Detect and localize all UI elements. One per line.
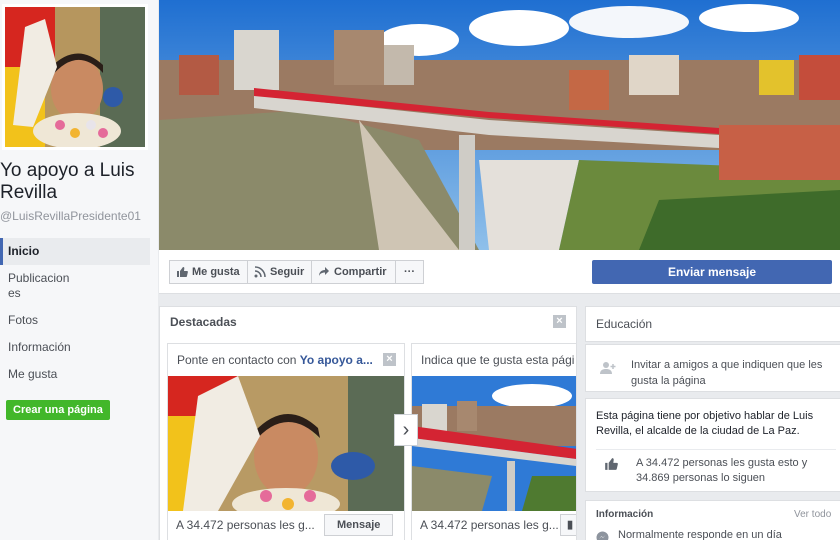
education-panel: Educación [585,306,840,342]
carousel-next-arrow-icon[interactable]: › [394,414,418,446]
invite-friends-panel[interactable]: Invitar a amigos a que indiquen que les … [585,344,840,392]
education-title: Educación [596,317,653,331]
page-title[interactable]: Yo apoyo a Luis Revilla [0,160,156,204]
send-message-button[interactable]: Enviar mensaje [592,260,832,284]
page-action-bar: Me gusta Seguir Compartir ··· Enviar men… [159,250,840,294]
nav-item-inicio[interactable]: Inicio [0,238,150,265]
card-heading-link[interactable]: Yo apoyo a... [300,353,373,367]
about-panel: Esta página tiene por objetivo hablar de… [585,398,840,492]
messenger-icon [596,531,609,540]
featured-card-contact: Ponte en contacto con Yo apoyo a... × A … [167,343,405,540]
share-label: Compartir [334,266,387,278]
profile-picture[interactable] [2,4,148,150]
card-likes-text: A 34.472 personas les g... [176,518,315,532]
like-label: Me gusta [192,266,240,278]
close-icon[interactable]: × [553,315,566,328]
invite-friends-text[interactable]: Invitar a amigos a que indiquen que les … [631,357,840,389]
response-time-text: Normalmente responde en un día [618,529,782,540]
follow-label: Seguir [270,266,305,278]
page-navigation: Inicio Publicaciones Fotos Información M… [0,238,150,388]
featured-title: Destacadas [170,315,237,329]
left-column: Yo apoyo a Luis Revilla @LuisRevillaPres… [0,0,158,540]
card-image[interactable] [412,376,576,511]
featured-panel: Destacadas × Ponte en contacto con Yo ap… [159,306,577,540]
card-image[interactable] [168,376,404,511]
card-heading: Indica que te gusta esta pági [421,353,574,367]
nav-item-fotos[interactable]: Fotos [0,307,150,334]
likes-followers-text: A 34.472 personas les gusta esto y 34.86… [636,457,808,484]
card-like-button[interactable]: ▮ [560,514,576,536]
card-heading: Ponte en contacto con Yo apoyo a... [177,353,373,367]
nav-item-informacion[interactable]: Información [0,334,150,361]
about-description: Esta página tiene por objetivo hablar de… [596,410,814,437]
more-options-label: ··· [404,266,415,278]
like-button[interactable]: Me gusta [169,260,249,284]
nav-item-publicaciones[interactable]: Publicaciones [0,265,84,307]
close-icon[interactable]: × [383,353,396,366]
divider [596,449,836,450]
card-heading-text: Ponte en contacto con [177,353,297,367]
card-likes-text: A 34.472 personas les g... [420,518,559,532]
thumbs-up-icon [605,458,618,470]
more-options-button[interactable]: ··· [395,260,424,284]
see-all-link[interactable]: Ver todo [794,509,831,520]
thumbs-up-icon: ▮ [567,519,574,531]
information-panel: Información Ver todo Normalmente respond… [585,500,840,540]
nav-item-me-gusta[interactable]: Me gusta [0,361,150,388]
follow-button[interactable]: Seguir [247,260,314,284]
page-username[interactable]: @LuisRevillaPresidente01 [0,209,141,223]
information-title: Información [596,509,654,520]
share-arrow-icon [319,267,329,276]
featured-card-like: Indica que te gusta esta pági A 34.472 p… [411,343,576,540]
thumbs-up-icon [177,267,188,277]
cover-photo[interactable] [159,0,840,250]
card-heading-text: Indica que te gusta esta pági [421,353,575,367]
rss-icon [254,266,266,278]
share-button[interactable]: Compartir [311,260,396,284]
card-message-button[interactable]: Mensaje [324,514,394,536]
add-friend-icon [600,362,616,374]
create-page-button[interactable]: Crear una página [6,400,110,420]
